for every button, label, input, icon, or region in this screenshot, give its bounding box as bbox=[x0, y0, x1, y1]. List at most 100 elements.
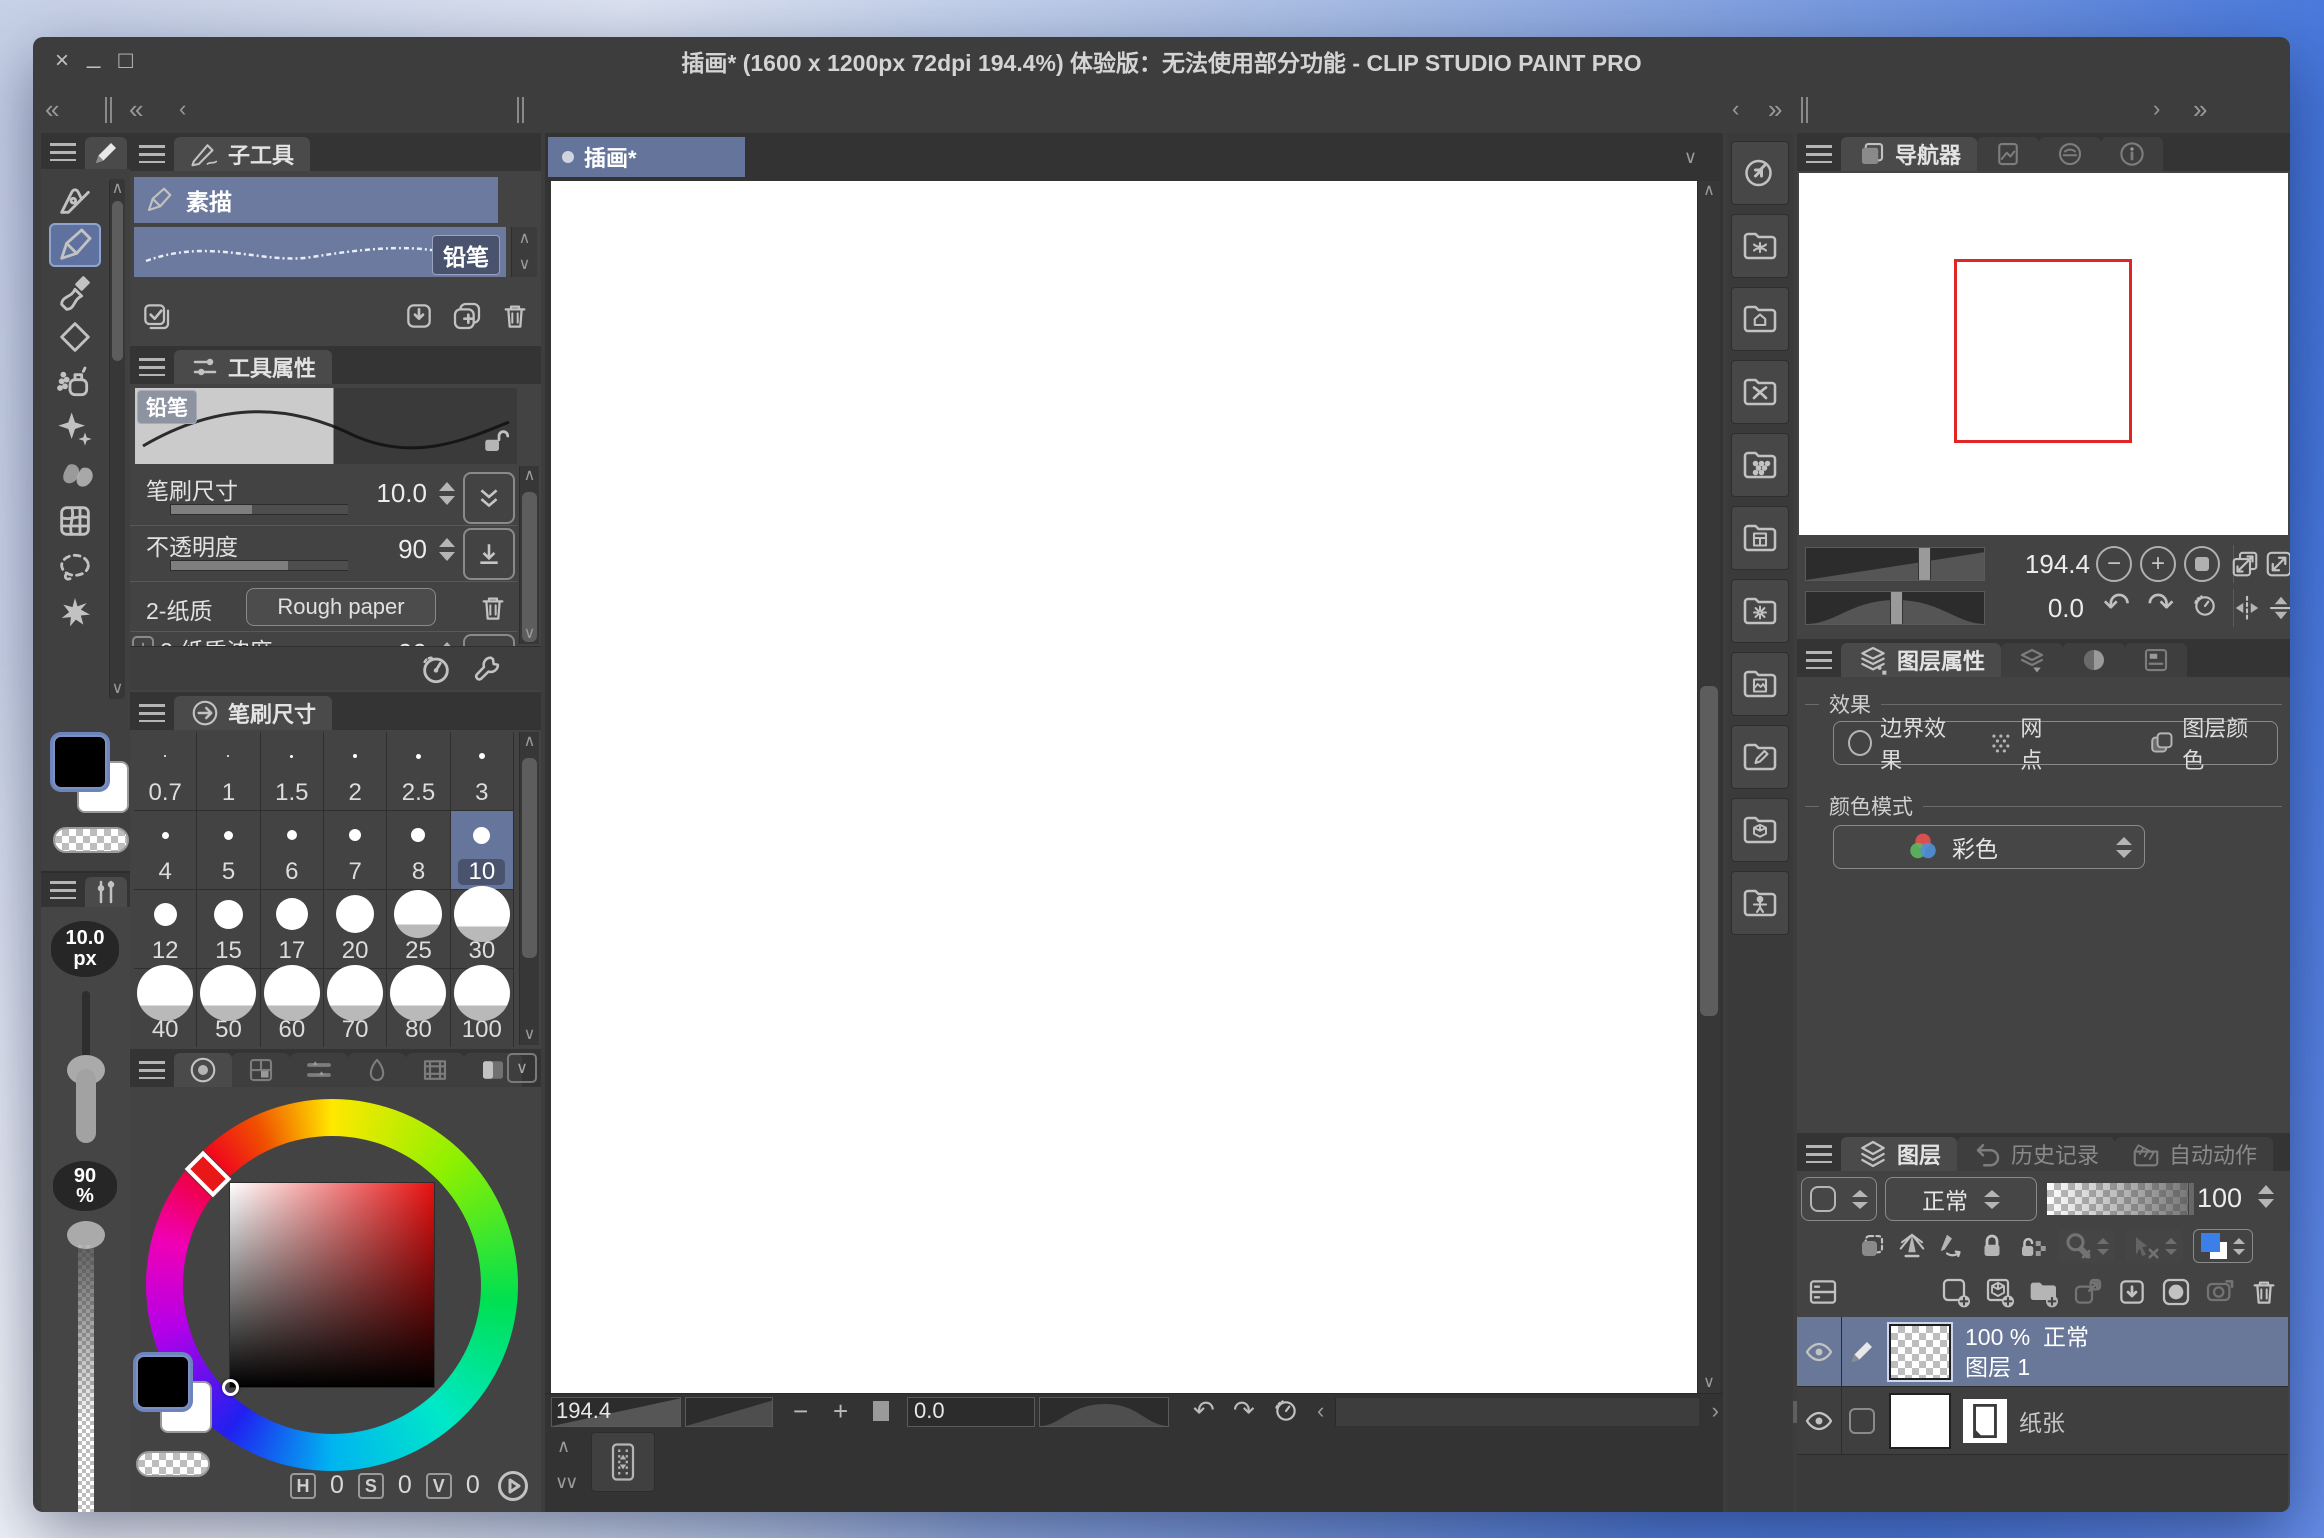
unlock-icon[interactable] bbox=[479, 426, 509, 456]
close-button[interactable]: × bbox=[55, 47, 69, 75]
opacity-dynamics-button[interactable] bbox=[463, 528, 515, 580]
brush-size-5[interactable]: 5 bbox=[197, 811, 260, 890]
subtool-group-sketch[interactable]: 素描 bbox=[134, 177, 498, 223]
navigator-zoom-slider[interactable] bbox=[1805, 547, 1985, 581]
paper-texture-button[interactable]: Rough paper bbox=[246, 588, 436, 626]
canvas-hscrollbar[interactable] bbox=[1335, 1398, 1699, 1426]
import-subtool-icon[interactable] bbox=[403, 300, 435, 332]
rotate-left-icon[interactable]: ↶ bbox=[1193, 1395, 1215, 1426]
multiple-select-icon[interactable] bbox=[140, 300, 172, 332]
duplicate-subtool-icon[interactable] bbox=[451, 300, 483, 332]
information-tab[interactable] bbox=[2101, 137, 2163, 171]
rotation-wave[interactable] bbox=[1039, 1397, 1169, 1427]
quick-slider-menu[interactable] bbox=[41, 873, 85, 907]
maximize-button[interactable]: □ bbox=[118, 47, 133, 75]
color-blend-tab[interactable] bbox=[348, 1053, 406, 1087]
brush-size-1.5[interactable]: 1.5 bbox=[261, 732, 324, 811]
delete-layer-icon[interactable] bbox=[2242, 1272, 2286, 1312]
canvas-vscrollbar[interactable]: ∧ ∨ bbox=[1697, 181, 1720, 1393]
panel-chevron-button[interactable]: ∨ bbox=[507, 1053, 537, 1083]
tool-property-scrollbar[interactable]: ∧ ∨ bbox=[519, 466, 539, 644]
color-set-tab[interactable] bbox=[232, 1053, 290, 1087]
zoom-in-button[interactable]: + bbox=[833, 1396, 848, 1427]
folder-tone-button[interactable] bbox=[1731, 433, 1789, 497]
layer-property-menu[interactable] bbox=[1797, 643, 1841, 677]
brush-size-20[interactable]: 20 bbox=[324, 890, 387, 969]
folder-edit-button[interactable] bbox=[1731, 725, 1789, 789]
folder-butterfly-button[interactable] bbox=[1731, 214, 1789, 278]
brush-size-12[interactable]: 12 bbox=[134, 890, 197, 969]
transparent-color-swatch[interactable] bbox=[53, 827, 129, 853]
brush-size-3[interactable]: 3 bbox=[451, 732, 514, 811]
layer2-draft-checkbox[interactable] bbox=[1849, 1408, 1875, 1434]
brush-size-40[interactable]: 40 bbox=[134, 969, 197, 1047]
folder-effect-button[interactable] bbox=[1731, 579, 1789, 643]
sv-selector[interactable] bbox=[222, 1379, 239, 1396]
subtool-scroll[interactable]: ∧∨ bbox=[511, 227, 537, 277]
layer-property-tab[interactable]: 图层属性 bbox=[1841, 643, 2001, 677]
color-mixing-icon[interactable] bbox=[495, 1468, 531, 1504]
brush-size-25[interactable]: 25 bbox=[387, 890, 450, 969]
tone-effect-button[interactable]: 网点 bbox=[1975, 711, 2075, 775]
nav-zoom-out-button[interactable]: − bbox=[2096, 546, 2132, 582]
folder-pose-button[interactable] bbox=[1731, 871, 1789, 935]
layer-row-1[interactable]: 100 % 正常 图层 1 bbox=[1797, 1317, 2288, 1387]
blend-mode-dropdown[interactable]: 正常 bbox=[1885, 1177, 2037, 1221]
tool-selection[interactable] bbox=[49, 545, 101, 589]
hscroll-left-arrow[interactable]: ‹ bbox=[1317, 1398, 1324, 1424]
fit-to-window-icon[interactable] bbox=[2264, 549, 2290, 579]
brush-size-tab[interactable]: 笔刷尺寸 bbox=[174, 696, 332, 730]
reference-layer-icon[interactable] bbox=[1897, 1231, 1927, 1261]
navigator-view-rect[interactable] bbox=[1954, 259, 2132, 443]
layer-opacity-stepper[interactable] bbox=[2258, 1185, 2274, 1208]
layer-search-tab[interactable] bbox=[2001, 643, 2063, 677]
brush-size-value[interactable]: 10.0 bbox=[376, 478, 427, 509]
frame-tab[interactable] bbox=[2125, 643, 2187, 677]
brush-size-15[interactable]: 15 bbox=[197, 890, 260, 969]
tool-property-menu[interactable] bbox=[130, 350, 174, 384]
brush-size-10[interactable]: 10 bbox=[451, 811, 514, 890]
tool-eraser[interactable] bbox=[49, 315, 101, 359]
canvas[interactable] bbox=[551, 181, 1697, 1393]
tool-scrollbar[interactable]: ∧ ∨ bbox=[109, 179, 125, 699]
layer2-visibility-eye-icon[interactable] bbox=[1797, 1405, 1841, 1437]
brush-size-70[interactable]: 70 bbox=[324, 969, 387, 1047]
quick-share-tab[interactable] bbox=[2039, 137, 2101, 171]
material-drawer-button[interactable] bbox=[591, 1432, 655, 1492]
nav-rotate-right-icon[interactable]: ↷ bbox=[2147, 585, 2174, 623]
saturation-value-square[interactable] bbox=[230, 1183, 434, 1387]
border-effect-button[interactable]: 边界效果 bbox=[1834, 711, 1975, 775]
fit-to-screen-icon[interactable] bbox=[2230, 549, 2260, 579]
quick-slider-tab-icon[interactable] bbox=[85, 877, 127, 907]
brush-size-menu[interactable] bbox=[130, 696, 174, 730]
nav-zoom-in-button[interactable]: + bbox=[2140, 546, 2176, 582]
brush-size-0.7[interactable]: 0.7 bbox=[134, 732, 197, 811]
reset-rotation-icon[interactable] bbox=[1273, 1398, 1299, 1424]
next-arrow-icon[interactable]: › bbox=[2153, 93, 2160, 125]
layers-menu[interactable] bbox=[1797, 1137, 1841, 1171]
panel-list-icon[interactable] bbox=[1801, 1272, 1845, 1312]
brush-size-100[interactable]: 100 bbox=[451, 969, 514, 1047]
strip-down-icon[interactable]: ∨∨ bbox=[555, 1472, 575, 1493]
color-transparent-swatch[interactable] bbox=[136, 1451, 210, 1477]
new-raster-layer-icon[interactable] bbox=[1934, 1272, 1978, 1312]
brush-size-1[interactable]: 1 bbox=[197, 732, 260, 811]
brush-size-80[interactable]: 80 bbox=[387, 969, 450, 1047]
tool-blend[interactable] bbox=[49, 453, 101, 497]
transfer-to-layer-icon[interactable] bbox=[2066, 1272, 2110, 1312]
brush-size-slider[interactable] bbox=[170, 504, 348, 515]
navigator-preview[interactable] bbox=[1799, 173, 2288, 535]
opacity-slider[interactable] bbox=[170, 560, 348, 571]
rotate-right-icon[interactable]: ↷ bbox=[1233, 1395, 1255, 1426]
tool-pencil[interactable] bbox=[49, 223, 101, 267]
flip-horizontal-icon[interactable] bbox=[2232, 593, 2262, 623]
folder-3d-button[interactable] bbox=[1731, 798, 1789, 862]
tone-tab[interactable] bbox=[2063, 643, 2125, 677]
zoom-out-button[interactable]: − bbox=[793, 1396, 808, 1427]
right-prev-icon[interactable]: ‹ bbox=[1732, 93, 1739, 125]
color-slider-tab[interactable] bbox=[290, 1053, 348, 1087]
layer1-thumbnail[interactable] bbox=[1889, 1324, 1951, 1380]
color-panel-menu[interactable] bbox=[130, 1053, 174, 1087]
layer-row-2[interactable]: 纸张 bbox=[1797, 1387, 2288, 1455]
zoom-ramp[interactable] bbox=[685, 1397, 773, 1427]
